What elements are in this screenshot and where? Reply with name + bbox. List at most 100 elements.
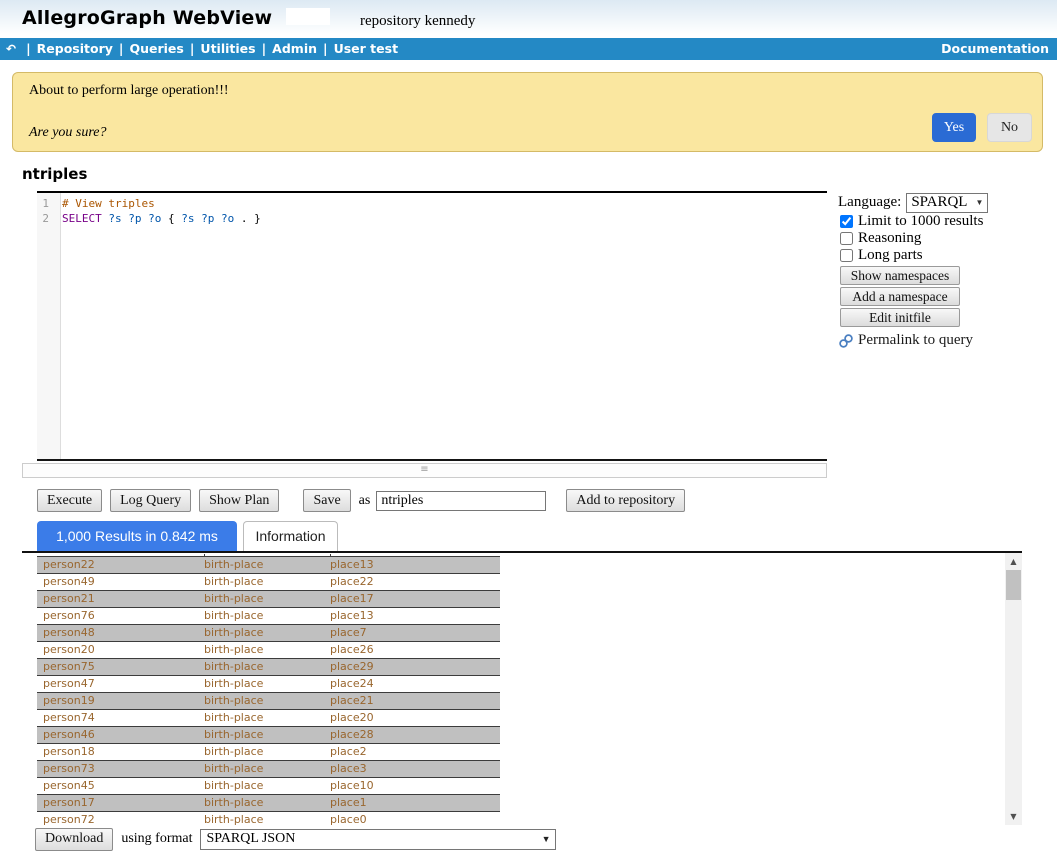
nav-item-admin[interactable]: Admin	[272, 41, 317, 56]
result-predicate-link[interactable]: birth-place	[204, 727, 330, 743]
result-predicate-link[interactable]: birth-place	[204, 744, 330, 760]
using-format-label: using format	[121, 831, 192, 847]
result-object-link[interactable]: place3	[330, 761, 500, 777]
result-object-link[interactable]: place13	[330, 608, 500, 624]
result-subject-link[interactable]: person49	[37, 574, 204, 590]
result-predicate-link[interactable]: birth-place	[204, 812, 330, 825]
scroll-down-button[interactable]: ▼	[1005, 808, 1022, 825]
result-object-link[interactable]: place0	[330, 812, 500, 825]
result-subject-link[interactable]: person72	[37, 812, 204, 825]
nav-item-user-test[interactable]: User test	[334, 41, 398, 56]
result-predicate-link[interactable]: birth-place	[204, 676, 330, 692]
result-predicate-link[interactable]: birth-place	[204, 778, 330, 794]
table-row: person17birth-placeplace1	[37, 795, 500, 812]
nav-item-repository[interactable]: Repository	[37, 41, 113, 56]
result-predicate-link[interactable]: birth-place	[204, 693, 330, 709]
result-subject-link[interactable]: person22	[37, 557, 204, 573]
download-bar: Download using format SPARQL JSON ▼	[35, 828, 556, 850]
add-a-namespace-button[interactable]: Add a namespace	[840, 287, 960, 306]
log-query-button[interactable]: Log Query	[110, 489, 191, 512]
permalink-to-query-link[interactable]: Permalink to query	[838, 332, 1053, 349]
result-predicate-link[interactable]: birth-place	[204, 761, 330, 777]
checkbox-long-parts[interactable]	[840, 249, 853, 262]
save-name-input[interactable]	[376, 491, 546, 511]
editor-code[interactable]: 1# View triples2SELECT ?s ?p ?o { ?s ?p …	[37, 193, 827, 226]
result-subject-link[interactable]: person48	[37, 625, 204, 641]
result-subject-link[interactable]: person73	[37, 761, 204, 777]
nav-item-utilities[interactable]: Utilities	[200, 41, 255, 56]
result-object-link[interactable]: place7	[330, 625, 500, 641]
no-button[interactable]: No	[987, 113, 1032, 142]
result-object-link[interactable]: place1	[330, 795, 500, 811]
result-object-link[interactable]: place10	[330, 778, 500, 794]
result-subject-link[interactable]: person46	[37, 727, 204, 743]
table-row: person22birth-placeplace13	[37, 557, 500, 574]
result-object-link[interactable]: place21	[330, 693, 500, 709]
tab-information[interactable]: Information	[243, 521, 338, 551]
table-row: person46birth-placeplace28	[37, 727, 500, 744]
yes-button[interactable]: Yes	[932, 113, 976, 142]
editor-gutter	[37, 193, 61, 459]
scroll-up-button[interactable]: ▲	[1005, 553, 1022, 570]
token-keyword: SELECT	[62, 212, 102, 225]
language-select[interactable]: SPARQL ▼	[906, 193, 988, 213]
results-scrollbar[interactable]: ▲ ▼	[1005, 553, 1022, 825]
result-predicate-link[interactable]: birth-place	[204, 710, 330, 726]
result-predicate-link[interactable]: birth-place	[204, 795, 330, 811]
result-object-link[interactable]: place17	[330, 591, 500, 607]
result-predicate-link[interactable]: birth-place	[204, 557, 330, 573]
sparql-editor[interactable]: 1# View triples2SELECT ?s ?p ?o { ?s ?p …	[37, 191, 827, 461]
scrollbar-thumb[interactable]	[1006, 570, 1021, 600]
result-subject-link[interactable]: person21	[37, 591, 204, 607]
result-subject-link[interactable]: person20	[37, 642, 204, 658]
token-variable: ?o	[148, 212, 161, 225]
language-label: Language:	[838, 194, 901, 211]
result-predicate-link[interactable]: birth-place	[204, 625, 330, 641]
result-object-link[interactable]: place2	[330, 744, 500, 760]
add-to-repository-button[interactable]: Add to repository	[566, 489, 685, 512]
result-subject-link[interactable]: person17	[37, 795, 204, 811]
result-subject-link[interactable]: person75	[37, 659, 204, 675]
result-object-link[interactable]: place13	[330, 557, 500, 573]
nav-separator: |	[190, 41, 195, 56]
result-subject-link[interactable]: person45	[37, 778, 204, 794]
execute-button[interactable]: Execute	[37, 489, 102, 512]
query-toolbar: Execute Log Query Show Plan Save as Add …	[37, 489, 693, 512]
result-object-link[interactable]: place20	[330, 710, 500, 726]
result-object-link[interactable]: place22	[330, 574, 500, 590]
editor-resize-handle[interactable]: ≡	[22, 463, 827, 478]
nav-item-queries[interactable]: Queries	[129, 41, 183, 56]
result-predicate-link[interactable]: birth-place	[204, 608, 330, 624]
checkbox-reasoning[interactable]	[840, 232, 853, 245]
edit-initfile-button[interactable]: Edit initfile	[840, 308, 960, 327]
result-subject-link[interactable]: person76	[37, 608, 204, 624]
result-predicate-link[interactable]: birth-place	[204, 659, 330, 675]
tab-results[interactable]: 1,000 Results in 0.842 ms	[37, 521, 237, 551]
nav-item-documentation[interactable]: Documentation	[941, 38, 1049, 60]
result-predicate-link[interactable]: birth-place	[204, 591, 330, 607]
result-object-link[interactable]: place28	[330, 727, 500, 743]
result-subject-link[interactable]: person47	[37, 676, 204, 692]
result-subject-link[interactable]: person18	[37, 744, 204, 760]
result-subject-link[interactable]: person19	[37, 693, 204, 709]
token-variable: ?p	[201, 212, 214, 225]
results-table: person22birth-placeplace13person49birth-…	[37, 553, 500, 825]
result-object-link[interactable]: place29	[330, 659, 500, 675]
result-object-link[interactable]: place24	[330, 676, 500, 692]
show-plan-button[interactable]: Show Plan	[199, 489, 279, 512]
result-predicate-link[interactable]: birth-place	[204, 574, 330, 590]
save-button[interactable]: Save	[303, 489, 350, 512]
result-subject-link[interactable]: person74	[37, 710, 204, 726]
download-button[interactable]: Download	[35, 828, 113, 851]
checkbox-limit-to-1000-results[interactable]	[840, 215, 853, 228]
format-select[interactable]: SPARQL JSON ▼	[200, 829, 556, 850]
table-row: person74birth-placeplace20	[37, 710, 500, 727]
result-predicate-link[interactable]: birth-place	[204, 642, 330, 658]
back-arrow-icon[interactable]: ↶	[6, 38, 16, 60]
table-row: person75birth-placeplace29	[37, 659, 500, 676]
app-title: AllegroGraph WebView	[22, 7, 272, 29]
repository-label: repository kennedy	[360, 13, 475, 30]
result-object-link[interactable]: place26	[330, 642, 500, 658]
show-namespaces-button[interactable]: Show namespaces	[840, 266, 960, 285]
warning-banner: About to perform large operation!!! Are …	[12, 72, 1043, 152]
